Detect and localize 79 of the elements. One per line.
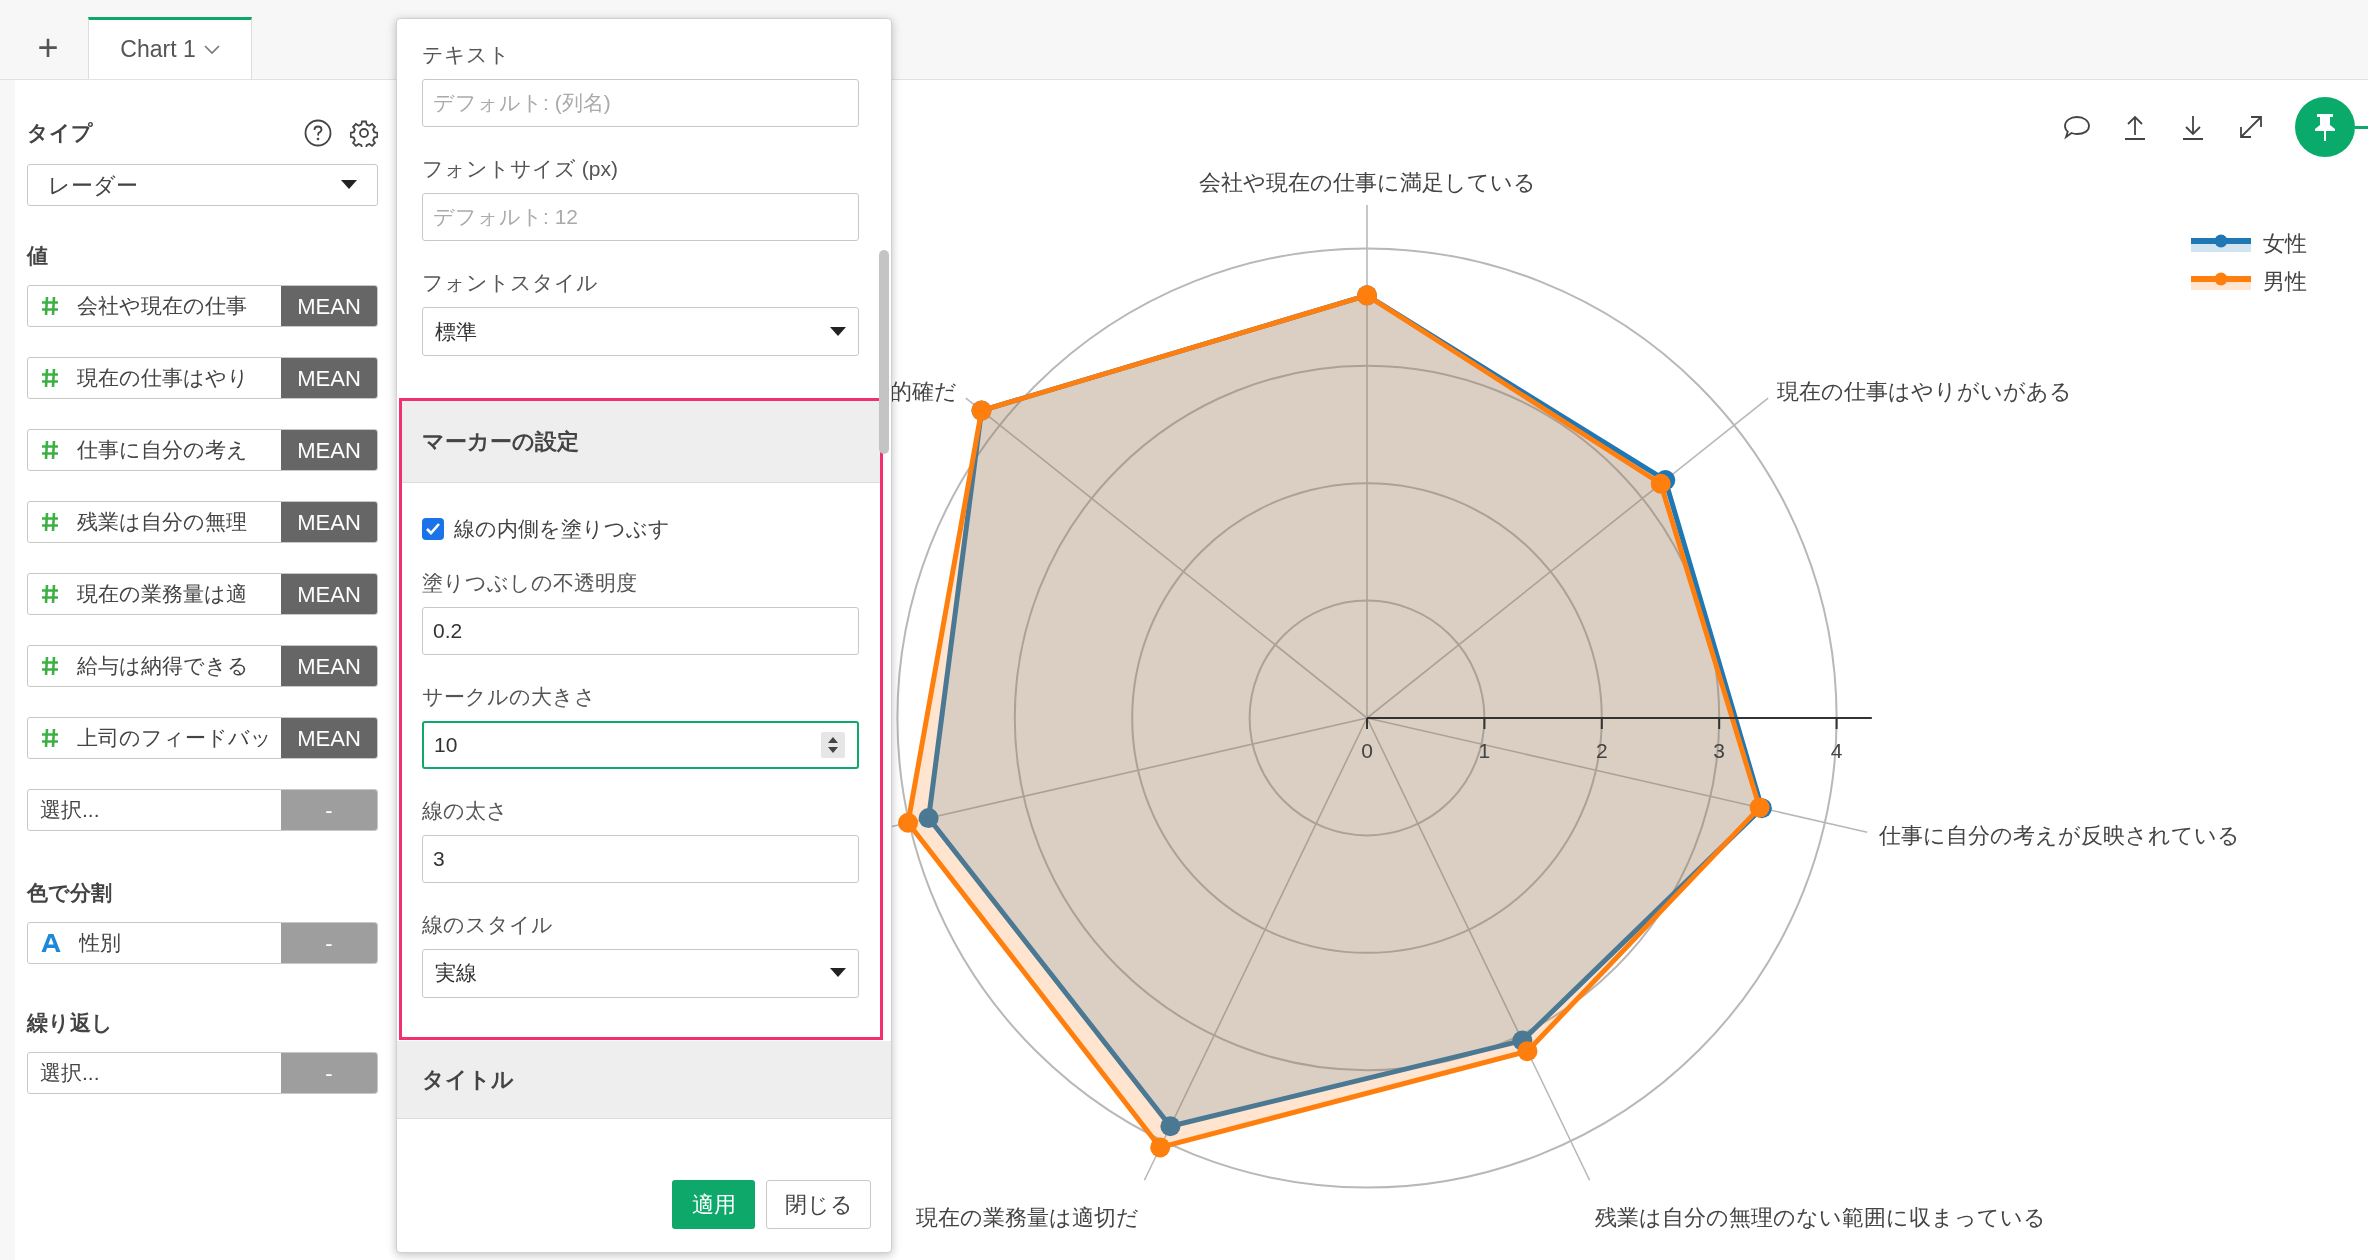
hash-icon	[41, 656, 59, 676]
field-label: 塗りつぶしの不透明度	[422, 570, 638, 595]
aggregation-button[interactable]: MEAN	[281, 574, 377, 614]
add-tab-button[interactable]: +	[18, 17, 78, 79]
field-label: フォントサイズ (px)	[422, 157, 619, 181]
axis-label: 的確だ	[889, 378, 957, 404]
legend-label: 女性	[2263, 231, 2307, 256]
field-name: 選択...	[40, 1060, 101, 1087]
field-name: 会社や現在の仕事	[77, 293, 248, 320]
tick-label: 0	[1361, 739, 1373, 762]
comment-icon[interactable]	[2063, 113, 2091, 141]
help-icon[interactable]	[304, 119, 332, 147]
hash-icon	[41, 512, 59, 532]
axis-label: 現在の業務量は適切だ	[916, 1204, 1140, 1230]
checkbox-label: 線の内側を塗りつぶす	[454, 516, 670, 542]
dropdown[interactable]: 実線	[422, 948, 859, 998]
spinner-icon[interactable]	[821, 731, 845, 758]
tick-label: 1	[1478, 739, 1491, 762]
text-type-icon	[41, 933, 61, 953]
axis-label: 仕事に自分の考えが反映されている	[1878, 822, 2240, 848]
close-button[interactable]: 閉じる	[766, 1180, 871, 1229]
section-label: 色で分割	[27, 881, 113, 905]
field-name: 仕事に自分の考え	[77, 437, 249, 464]
aggregation-button[interactable]: MEAN	[281, 286, 377, 326]
field-label: テキスト	[422, 43, 511, 67]
section-header: マーカーの設定	[402, 401, 880, 483]
aggregation-button[interactable]: MEAN	[281, 430, 377, 470]
hash-icon	[41, 728, 59, 748]
hash-icon	[41, 296, 59, 316]
input-field[interactable]: 0.2	[422, 606, 859, 655]
chart-type-dropdown[interactable]: レーダー	[27, 164, 378, 206]
axis-label: 現在の仕事はやりがいがある	[1777, 378, 2073, 404]
aggregation-button[interactable]: MEAN	[281, 646, 377, 686]
input-field[interactable]: 3	[422, 834, 859, 883]
checkbox[interactable]	[422, 517, 444, 540]
input-field[interactable]: デフォルト: (列名)	[422, 79, 859, 127]
tick-label: 3	[1713, 739, 1726, 762]
axis-label: 会社や現在の仕事に満足している	[1198, 170, 1536, 196]
caret-icon	[830, 326, 846, 337]
field-label: 線の太さ	[422, 798, 509, 823]
legend-label: 男性	[2263, 269, 2307, 294]
expand-icon[interactable]	[2237, 113, 2265, 141]
caret-icon	[341, 180, 357, 190]
field-name: 給与は納得できる	[77, 653, 250, 680]
field-label: 線のスタイル	[422, 912, 554, 937]
number-input[interactable]: 10	[434, 728, 821, 761]
field-label: フォントスタイル	[422, 271, 599, 295]
tick-label: 4	[1830, 739, 1843, 762]
tick-label: 2	[1595, 739, 1608, 762]
field-name: 選択...	[40, 797, 101, 824]
chevron-down-icon	[203, 44, 220, 55]
hash-icon	[41, 584, 59, 604]
section-label: 値	[27, 244, 49, 268]
aggregation-button[interactable]: MEAN	[281, 358, 377, 398]
aggregation-button[interactable]: MEAN	[281, 718, 377, 758]
hash-icon	[41, 368, 59, 388]
field-name: 現在の仕事はやり	[77, 365, 250, 392]
dropdown[interactable]: 標準	[422, 307, 859, 356]
aggregation-button[interactable]: MEAN	[281, 502, 377, 542]
apply-button[interactable]: 適用	[672, 1180, 755, 1229]
field-label: サークルの大きさ	[422, 684, 597, 709]
pin-icon	[2312, 112, 2338, 142]
section-label: 繰り返し	[27, 1011, 114, 1035]
field-name: 性別	[79, 930, 122, 957]
section-header: タイトル	[397, 1040, 891, 1119]
number-field[interactable]: 10	[422, 720, 859, 769]
hash-icon	[41, 440, 59, 460]
pin-button[interactable]	[2295, 97, 2355, 157]
chart-tab[interactable]: Chart 1	[88, 17, 252, 79]
input-field[interactable]: デフォルト: 12	[422, 193, 859, 241]
scrollbar-thumb[interactable]	[879, 250, 889, 454]
axis-label: 残業は自分の無理のない範囲に収まっている	[1594, 1204, 2046, 1230]
field-name: 上司のフィードバッ	[77, 725, 273, 752]
caret-icon	[830, 968, 846, 978]
field-name: 残業は自分の無理	[77, 509, 248, 536]
field-name: 現在の業務量は適	[77, 581, 248, 608]
checkmark-icon	[425, 521, 441, 536]
settings-icon[interactable]	[350, 119, 378, 147]
section-label: タイプ	[27, 121, 93, 145]
